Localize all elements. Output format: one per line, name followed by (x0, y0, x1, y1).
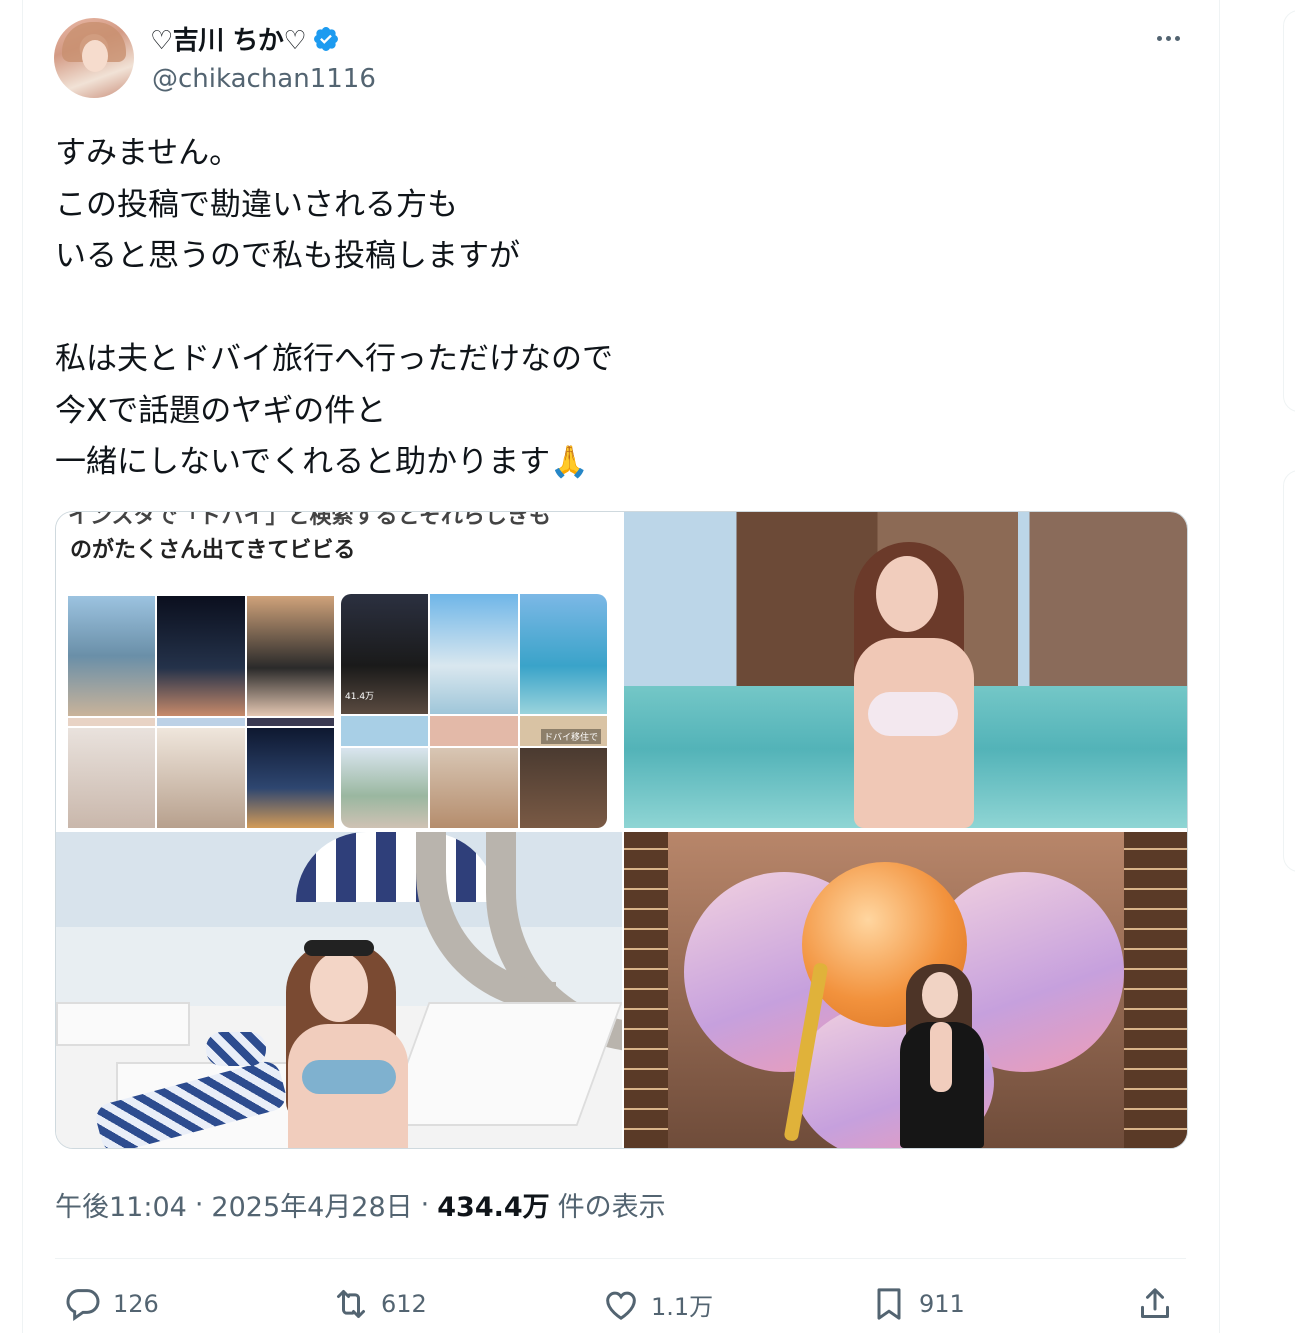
reply-count: 126 (113, 1290, 159, 1318)
like-button[interactable]: 1.1万 (601, 1284, 713, 1324)
person-figure (834, 542, 994, 828)
search-results-grid-left (68, 596, 334, 828)
thumbnail (519, 748, 607, 828)
reply-button[interactable]: 126 (63, 1284, 159, 1324)
thumbnail (430, 716, 518, 746)
panel-shape (624, 832, 668, 1148)
share-icon (1141, 1288, 1169, 1318)
thumbnail (246, 718, 334, 726)
thumbnail (246, 728, 334, 828)
timeline-left-border (22, 0, 23, 1333)
more-dot-icon (1174, 35, 1180, 41)
more-dot-icon (1156, 35, 1162, 41)
head-shape (310, 952, 368, 1022)
head-shape (876, 556, 938, 632)
lounger-shape (56, 1002, 190, 1046)
towel-shape (206, 1032, 266, 1066)
tweet-date[interactable]: 2025年4月28日 (211, 1185, 412, 1224)
thumbnail (430, 594, 518, 714)
thumbnail: 41.4万 (341, 594, 429, 714)
head-shape (922, 972, 958, 1018)
meta-separator: · (194, 1189, 204, 1220)
thumbnail (68, 596, 156, 716)
thumbnail (341, 716, 429, 746)
views-count: 434.4万 (437, 1192, 550, 1223)
verified-badge-icon (314, 26, 339, 51)
share-button[interactable] (1135, 1284, 1175, 1324)
sidebar-card (1283, 10, 1295, 412)
media-grid: インスタで「ドバイ」と検索するとそれらしきも のがたくさん出てきてビビる 41.… (55, 511, 1188, 1149)
tweet-meta: 午後11:04 · 2025年4月28日 · 434.4万 件の表示 (55, 1185, 666, 1224)
bookmark-button[interactable]: 911 (869, 1284, 965, 1324)
swimsuit-shape (302, 1060, 396, 1094)
thumbnail (341, 748, 429, 828)
bookmark-count: 911 (919, 1290, 965, 1318)
avatar[interactable] (54, 18, 134, 98)
thumbnail (68, 718, 156, 726)
body-shape (930, 1022, 952, 1092)
image-cut-caption: インスタで「ドバイ」と検索するとそれらしきも (68, 512, 551, 529)
thumbnail (157, 718, 245, 726)
swimsuit-shape (868, 692, 958, 736)
reply-icon (66, 1289, 100, 1322)
like-count: 1.1万 (651, 1292, 714, 1321)
sunglasses-shape (304, 940, 374, 956)
meta-separator: · (420, 1189, 430, 1220)
retweet-button[interactable]: 612 (331, 1284, 427, 1324)
tweet-time[interactable]: 午後11:04 (55, 1185, 187, 1224)
search-results-grid-right: 41.4万 ドバイ移住で (341, 594, 607, 828)
thumbnail (157, 728, 245, 828)
thumbnail (246, 596, 334, 716)
media-image-2[interactable] (624, 512, 1187, 828)
sidebar-card (1283, 470, 1295, 872)
media-image-4[interactable] (624, 832, 1187, 1148)
panel-shape (1124, 832, 1187, 1148)
tweet-actions: 126 612 1.1万 911 (55, 1284, 1186, 1328)
media-image-3[interactable] (56, 832, 622, 1148)
timeline-right-border (1219, 0, 1220, 1333)
retweet-count: 612 (381, 1290, 427, 1318)
more-options-button[interactable] (1150, 28, 1186, 48)
thumbnail (519, 594, 607, 714)
thumbnail-views-label: 41.4万 (345, 692, 375, 702)
thumbnail (157, 596, 245, 716)
more-dot-icon (1165, 35, 1171, 41)
author-display-name[interactable]: ♡吉川 ちか♡ (150, 20, 307, 57)
media-image-1[interactable]: インスタで「ドバイ」と検索するとそれらしきも のがたくさん出てきてビビる 41.… (56, 512, 622, 828)
divider (55, 1258, 1186, 1259)
author-name-row[interactable]: ♡吉川 ちか♡ (150, 20, 340, 57)
author-handle[interactable]: @chikachan1116 (152, 64, 376, 94)
image-caption: のがたくさん出てきてビビる (70, 538, 356, 563)
avatar-face (82, 40, 108, 72)
views-label: 件の表示 (557, 1192, 666, 1223)
tweet-text: すみません。 この投稿で勘違いされる方も いると思うので私も投稿しますが 私は夫… (55, 135, 613, 480)
thumbnail (68, 728, 156, 828)
thumbnail (430, 748, 518, 828)
heart-icon (606, 1291, 636, 1320)
thumbnail-label: ドバイ移住で (540, 729, 601, 744)
retweet-icon (337, 1290, 365, 1318)
bookmark-icon (877, 1288, 901, 1320)
thumbnail: ドバイ移住で (519, 716, 607, 746)
